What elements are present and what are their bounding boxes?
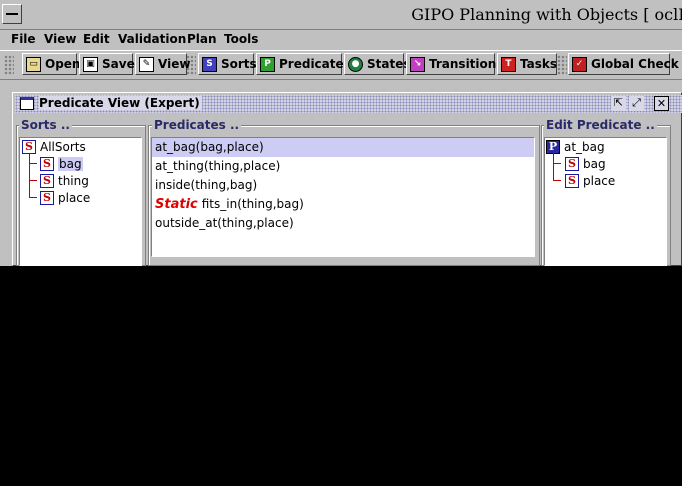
tree-node-label: bag <box>58 156 83 171</box>
edit-predicate-panel-label: Edit Predicate .. <box>544 118 657 132</box>
tree-node-label: place <box>58 190 91 205</box>
sort-icon: S <box>40 173 54 188</box>
tree-node-label: at_bag <box>564 139 605 154</box>
app-title: GIPO Planning with Objects [ oclB <box>411 5 682 24</box>
menu-view[interactable]: View <box>44 32 76 46</box>
maximize-icon[interactable]: ⤢ <box>629 96 644 111</box>
sort-icon: S <box>40 190 54 205</box>
menu-tools[interactable]: Tools <box>224 32 258 46</box>
tree-node-at-bag[interactable]: P at_bag <box>546 138 605 155</box>
predicate-text: at_thing(thing,place) <box>155 159 281 173</box>
sort-icon: S <box>22 139 36 154</box>
menu-bar: File View Edit Validation Plan Tools <box>0 30 682 50</box>
predicates-button[interactable]: P Predicates <box>256 53 351 75</box>
sort-icon: S <box>40 156 54 171</box>
predicate-text: outside_at(thing,place) <box>155 216 294 230</box>
predicate-item[interactable]: inside(thing,bag) <box>152 176 534 195</box>
toolbar-grip[interactable] <box>4 55 14 75</box>
predicate-item-static[interactable]: Static fits_in(thing,bag) <box>152 195 534 214</box>
menu-edit[interactable]: Edit <box>83 32 110 46</box>
tree-connector <box>29 197 37 198</box>
sorts-button-label: Sorts <box>221 57 257 71</box>
tree-node-label: bag <box>583 156 606 171</box>
tree-connector <box>29 180 37 181</box>
predicates-cube-icon: P <box>260 56 275 72</box>
tree-connector <box>553 163 561 164</box>
window-menu-icon[interactable] <box>2 4 22 24</box>
tasks-button[interactable]: T Tasks <box>497 53 557 75</box>
sort-icon: S <box>565 173 579 188</box>
states-globe-icon: ● <box>348 56 363 72</box>
transitions-button-label: Transitions <box>429 57 504 71</box>
states-button-label: States <box>367 57 411 71</box>
tree-node-label: place <box>583 173 616 188</box>
tree-connector <box>553 153 554 180</box>
tree-node-label: AllSorts <box>40 139 86 154</box>
folder-open-icon: ▭ <box>26 56 41 72</box>
predicates-panel-label: Predicates .. <box>152 118 242 132</box>
iconify-icon[interactable]: ⇱ <box>611 96 626 111</box>
tree-node-bag[interactable]: S bag <box>40 155 83 172</box>
internal-window-title: Predicate View (Expert) <box>39 96 202 110</box>
static-keyword: Static <box>155 197 198 212</box>
global-check-button[interactable]: ✓ Global Check <box>568 53 679 75</box>
sort-icon: S <box>565 156 579 171</box>
tasks-button-label: Tasks <box>520 57 558 71</box>
open-button-label: Open <box>45 57 81 71</box>
transitions-icon: ↘ <box>410 56 425 72</box>
tree-connector <box>29 153 30 197</box>
save-button-label: Save <box>102 57 135 71</box>
menu-plan[interactable]: Plan <box>187 32 217 46</box>
tree-node-arg-bag[interactable]: S bag <box>565 155 606 172</box>
view-button[interactable]: ✎ View <box>135 53 191 75</box>
sorts-button[interactable]: S Sorts <box>198 53 257 75</box>
open-button[interactable]: ▭ Open <box>22 53 81 75</box>
predicate-item[interactable]: at_bag(bag,place) <box>152 138 534 157</box>
close-icon[interactable]: ✕ <box>654 96 669 111</box>
menu-validation[interactable]: Validation <box>118 32 186 46</box>
predicate-text: fits_in(thing,bag) <box>201 197 304 211</box>
tree-node-arg-place[interactable]: S place <box>565 172 615 189</box>
view-button-label: View <box>158 57 191 71</box>
predicates-button-label: Predicates <box>279 57 351 71</box>
predicates-list[interactable]: at_bag(bag,place) at_thing(thing,place) … <box>151 137 535 257</box>
floppy-disk-icon: ▣ <box>83 56 98 72</box>
predicate-icon: P <box>546 139 560 154</box>
global-check-icon: ✓ <box>572 56 587 72</box>
notepad-pencil-icon: ✎ <box>139 56 154 72</box>
tree-node-label: thing <box>58 173 89 188</box>
predicate-text: inside(thing,bag) <box>155 178 258 192</box>
predicate-item[interactable]: outside_at(thing,place) <box>152 214 534 233</box>
toolbar-grip[interactable] <box>557 55 567 75</box>
save-button[interactable]: ▣ Save <box>79 53 135 75</box>
predicate-item[interactable]: at_thing(thing,place) <box>152 157 534 176</box>
tree-connector <box>553 180 561 181</box>
transitions-button[interactable]: ↘ Transitions <box>406 53 503 75</box>
menu-file[interactable]: File <box>11 32 36 46</box>
sorts-panel-label: Sorts .. <box>19 118 72 132</box>
window-icon <box>20 97 34 110</box>
tasks-icon: T <box>501 56 516 72</box>
tree-node-place[interactable]: S place <box>40 189 90 206</box>
tree-node-thing[interactable]: S thing <box>40 172 89 189</box>
states-button[interactable]: ● States <box>344 53 411 75</box>
tree-node-allsorts[interactable]: S AllSorts <box>22 138 86 155</box>
predicate-text: at_bag(bag,place) <box>155 140 264 154</box>
sorts-cube-icon: S <box>202 56 217 72</box>
tree-connector <box>29 163 37 164</box>
global-check-button-label: Global Check <box>591 57 679 71</box>
